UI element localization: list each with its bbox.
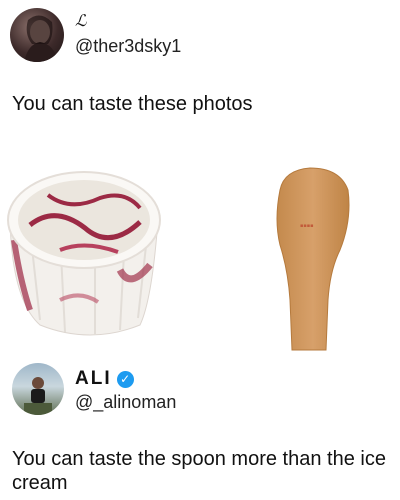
verified-check-icon: ✓ <box>116 370 134 388</box>
avatar[interactable] <box>12 363 64 415</box>
avatar-image <box>24 15 58 62</box>
ice-cream-cup-icon <box>7 171 161 336</box>
ice-cream-image[interactable] <box>0 150 180 350</box>
tweet-text: You can taste these photos <box>12 93 253 115</box>
svg-text:▪▪▪▪: ▪▪▪▪ <box>300 223 314 229</box>
avatar-image <box>24 377 52 415</box>
wooden-spoon-icon: ▪▪▪▪ <box>276 167 350 351</box>
avatar[interactable] <box>10 8 64 62</box>
spoon-image[interactable]: ▪▪▪▪ <box>250 150 395 360</box>
tweet-text: You can taste the spoon more than the ic… <box>12 448 386 494</box>
user-handle[interactable]: @_alinoman <box>75 392 176 413</box>
display-name-row[interactable]: ALI ✓ <box>75 368 134 390</box>
display-name[interactable]: ALI <box>75 368 112 390</box>
user-handle[interactable]: @ther3dsky1 <box>75 36 181 57</box>
display-name[interactable]: ℒ <box>75 11 87 30</box>
